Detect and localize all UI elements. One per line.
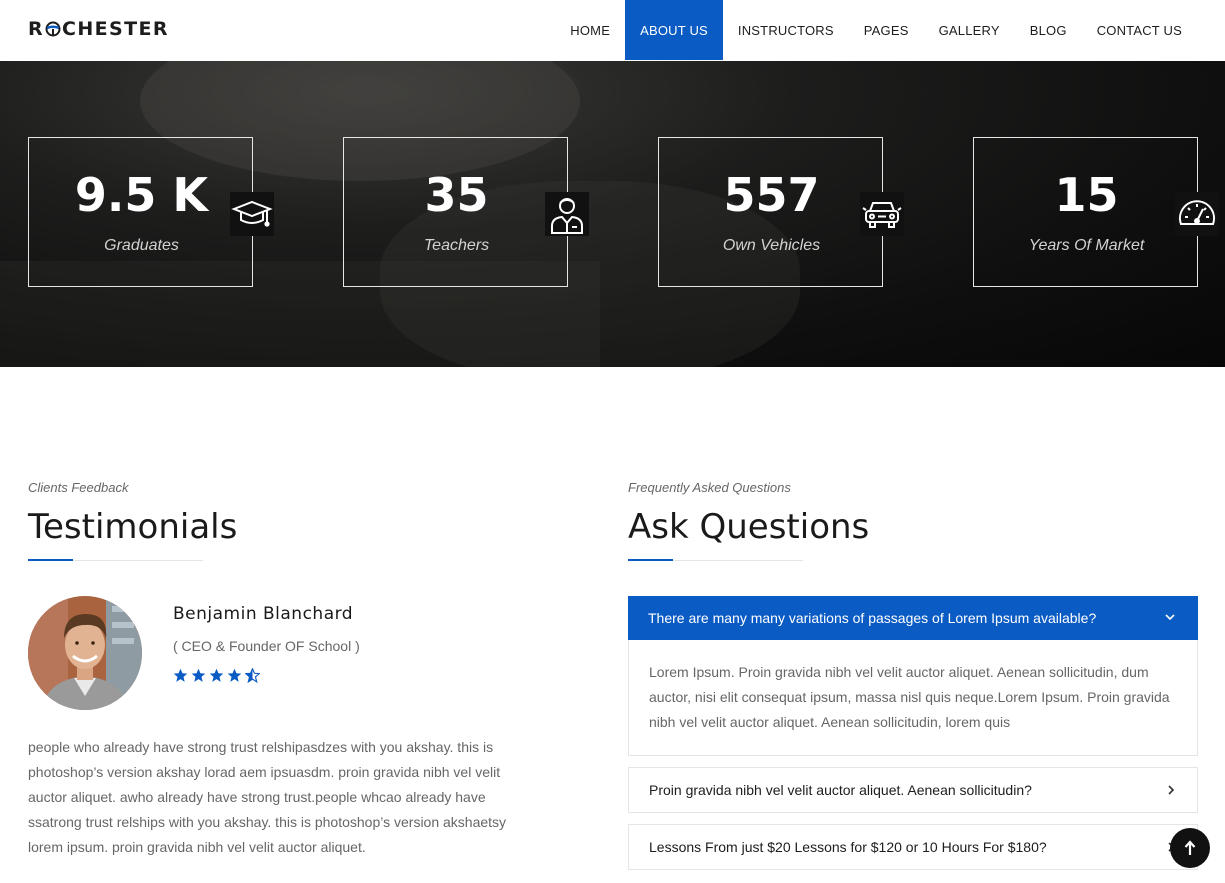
stat-label: Years Of Market xyxy=(1028,237,1145,254)
title-underline xyxy=(28,559,203,561)
star-icon xyxy=(209,668,224,682)
testimonial-quote: people who already have strong trust rel… xyxy=(28,739,507,855)
star-icon xyxy=(191,668,206,682)
faq-section: Frequently Asked Questions Ask Questions… xyxy=(628,480,1198,880)
title-underline xyxy=(628,559,803,561)
logo[interactable]: R CHESTER xyxy=(28,18,169,40)
nav-blog[interactable]: BLOG xyxy=(1015,0,1082,60)
nav-instructors[interactable]: INSTRUCTORS xyxy=(723,0,849,60)
reviewer-role: ( CEO & Founder OF School ) xyxy=(173,638,360,654)
stats-banner: 9.5 K Graduates 35 Teachers 557 Own Vehi… xyxy=(0,61,1225,367)
star-icon xyxy=(227,668,242,682)
faq-question[interactable]: Lessons From just $20 Lessons for $120 o… xyxy=(628,824,1198,870)
teacher-icon xyxy=(545,192,589,236)
stat-graduates: 9.5 K Graduates xyxy=(28,137,274,287)
rating-stars xyxy=(173,668,260,683)
stat-value: 9.5 K xyxy=(74,168,209,222)
stat-label: Graduates xyxy=(104,237,179,254)
chevron-right-icon xyxy=(1168,785,1175,795)
section-title: Ask Questions xyxy=(628,507,870,547)
stat-vehicles: 557 Own Vehicles xyxy=(658,137,904,287)
faq-question-text: There are many many variations of passag… xyxy=(648,610,1097,626)
star-half-icon xyxy=(245,668,260,683)
star-icon xyxy=(173,668,188,682)
stat-value: 15 xyxy=(1054,168,1119,222)
arrow-up-icon xyxy=(1184,840,1196,855)
nav-pages[interactable]: PAGES xyxy=(849,0,924,60)
faq-answer: Lorem Ipsum. Proin gravida nibh vel veli… xyxy=(628,640,1198,756)
faq-question-text: Proin gravida nibh vel velit auctor aliq… xyxy=(649,782,1032,798)
faq-question-open[interactable]: There are many many variations of passag… xyxy=(628,596,1198,640)
logo-text-end: CHESTER xyxy=(62,18,169,40)
car-icon xyxy=(860,192,904,236)
stat-teachers: 35 Teachers xyxy=(343,137,589,287)
section-title: Testimonials xyxy=(28,507,238,547)
faq-question[interactable]: Proin gravida nibh vel velit auctor aliq… xyxy=(628,767,1198,813)
stat-years: 15 Years Of Market xyxy=(973,137,1219,287)
section-subtitle: Frequently Asked Questions xyxy=(628,480,791,495)
nav-about-us[interactable]: ABOUT US xyxy=(625,0,723,60)
stat-label: Teachers xyxy=(423,237,490,254)
faq-question-text: Lessons From just $20 Lessons for $120 o… xyxy=(649,839,1047,855)
speedometer-icon xyxy=(1175,192,1219,236)
back-to-top-button[interactable] xyxy=(1170,828,1210,868)
stat-label: Own Vehicles xyxy=(722,237,821,254)
section-subtitle: Clients Feedback xyxy=(28,480,129,495)
reviewer-name: Benjamin Blanchard xyxy=(173,604,354,624)
faq-accordion: There are many many variations of passag… xyxy=(628,596,1198,870)
avatar xyxy=(28,596,142,710)
stat-value: 557 xyxy=(723,168,820,222)
nav-gallery[interactable]: GALLERY xyxy=(924,0,1015,60)
chevron-down-icon xyxy=(1165,614,1175,621)
nav-home[interactable]: HOME xyxy=(555,0,625,60)
navbar: R CHESTER HOME ABOUT US INSTRUCTORS PAGE… xyxy=(0,0,1225,60)
logo-text-start: R xyxy=(28,18,45,40)
testimonials-section: Clients Feedback Testimonials Benjamin B… xyxy=(28,480,568,880)
nav-contact-us[interactable]: CONTACT US xyxy=(1082,0,1197,60)
graduation-cap-icon xyxy=(230,192,274,236)
steering-wheel-icon xyxy=(45,21,61,37)
stat-value: 35 xyxy=(424,168,489,222)
main-nav: HOME ABOUT US INSTRUCTORS PAGES GALLERY … xyxy=(555,0,1197,60)
